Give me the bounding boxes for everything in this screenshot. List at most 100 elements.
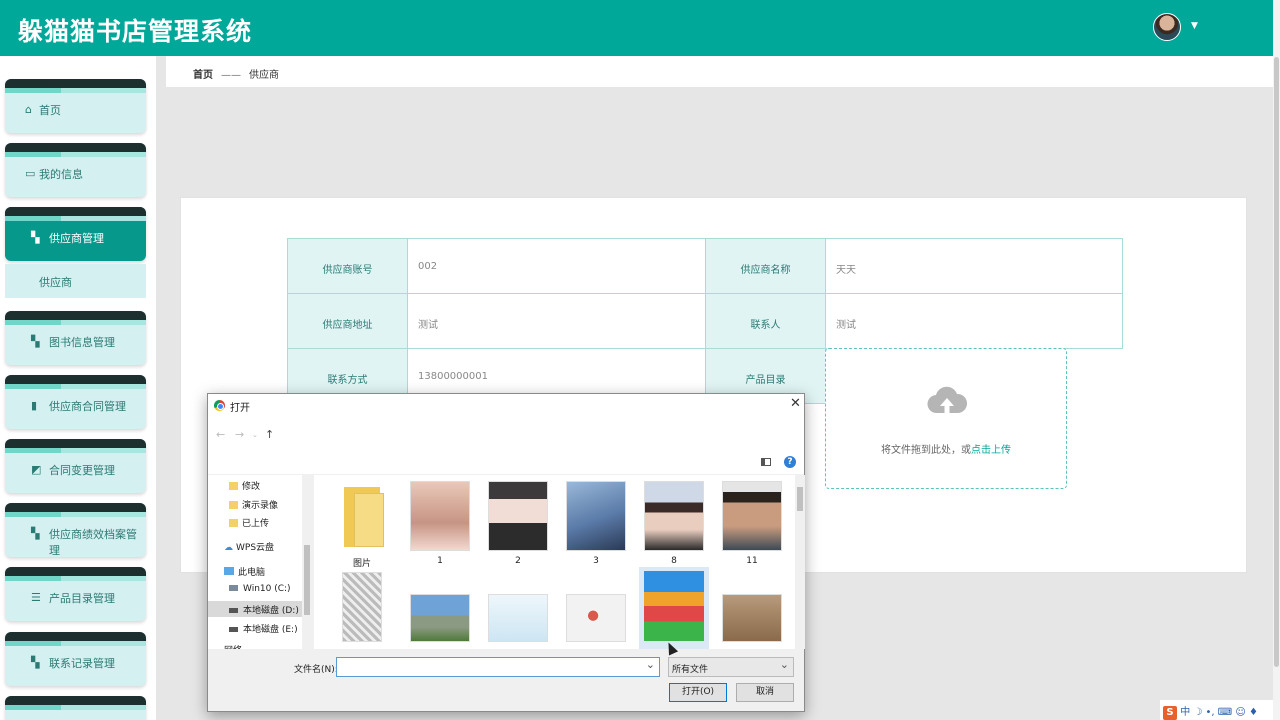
sidebar-item-label: 联系记录管理: [49, 657, 115, 670]
sidebar-item-product-catalog[interactable]: ☰ 产品目录管理: [5, 567, 146, 621]
breadcrumb: 首页 —— 供应商: [166, 56, 1273, 87]
sidebar-item-supplier-performance[interactable]: ▚ 供应商绩效档案管理: [5, 503, 146, 557]
account-field[interactable]: 002: [407, 238, 706, 294]
tree-item[interactable]: 本地磁盘 (E:): [229, 622, 298, 635]
chrome-icon: [214, 400, 225, 411]
sidebar-item-label: 合同变更管理: [49, 464, 115, 477]
tree-item[interactable]: 此电脑: [224, 565, 265, 578]
sidebar-item-label: 供应商合同管理: [49, 400, 126, 413]
sidebar-item-label: 我的信息: [39, 168, 83, 181]
recent-chevron-icon[interactable]: ⌄: [252, 431, 258, 439]
forward-arrow-icon[interactable]: →: [235, 428, 244, 441]
user-avatar[interactable]: [1153, 13, 1181, 41]
archive-icon: [644, 571, 704, 641]
photo-thumbnail: [566, 594, 626, 642]
tree-item[interactable]: 修改: [229, 479, 260, 492]
tree-item[interactable]: ☁ WPS云盘: [224, 540, 274, 553]
tree-item[interactable]: 已上传: [229, 516, 269, 529]
upload-dropzone[interactable]: 将文件拖到此处，或点击上传: [825, 348, 1067, 489]
sidebar-item-label: 产品目录管理: [49, 592, 115, 605]
file-item-photo[interactable]: [483, 572, 553, 647]
dialog-title: 打开: [230, 403, 250, 414]
file-item-photo[interactable]: [405, 572, 475, 647]
back-arrow-icon[interactable]: ←: [216, 428, 225, 441]
tree-scrollbar[interactable]: [302, 475, 312, 649]
up-arrow-icon[interactable]: ↑: [265, 428, 274, 441]
cloud-icon: ☁: [224, 543, 233, 553]
preview-pane-icon[interactable]: [761, 458, 771, 466]
file-item-archive[interactable]: [639, 567, 709, 649]
grid-icon: ▚: [31, 656, 40, 669]
tree-item[interactable]: 演示录像: [229, 498, 278, 511]
close-icon[interactable]: ✕: [790, 396, 801, 411]
file-item-photo[interactable]: 1: [405, 481, 475, 566]
sidebar-item-more[interactable]: [5, 696, 146, 720]
photo-thumbnail: [342, 572, 382, 642]
profile-card-icon: ▭: [25, 167, 36, 180]
upload-hint: 将文件拖到此处，或: [881, 445, 971, 456]
chevron-down-icon[interactable]: ▼: [1191, 21, 1198, 31]
sidebar-item-contact-records[interactable]: ▚ 联系记录管理: [5, 632, 146, 686]
folder-icon: [229, 501, 238, 509]
file-item-photo[interactable]: 2: [483, 481, 553, 566]
photo-thumbnail: [488, 594, 548, 642]
tree-item[interactable]: Win10 (C:): [229, 584, 291, 594]
sidebar-item-supplier-contract[interactable]: ▮ 供应商合同管理: [5, 375, 146, 429]
drive-icon: [229, 627, 238, 632]
file-item-photo[interactable]: 3: [561, 481, 631, 566]
ticket-icon: ◩: [31, 463, 42, 476]
help-icon[interactable]: ?: [784, 456, 796, 468]
sidebar-item-contract-change[interactable]: ◩ 合同变更管理: [5, 439, 146, 493]
filename-input[interactable]: [336, 657, 660, 677]
photo-thumbnail: [644, 481, 704, 551]
ime-toolbar[interactable]: S 中 ☽ •, ⌨ ☺ ♦: [1160, 700, 1273, 720]
file-list: 图片 1 2 3 8 11: [314, 475, 795, 649]
punctuation-icon[interactable]: •,: [1206, 707, 1215, 718]
file-item-photo[interactable]: [327, 572, 397, 647]
document-icon: ▮: [31, 399, 38, 412]
open-button[interactable]: 打开(O): [669, 683, 727, 702]
computer-icon: [224, 567, 234, 575]
keyboard-icon[interactable]: ⌨: [1218, 707, 1232, 718]
tree-item-selected[interactable]: 本地磁盘 (D:): [208, 601, 302, 617]
contact-person-label: 联系人: [705, 293, 826, 349]
file-item-photo[interactable]: [717, 572, 787, 647]
ime-mode-label[interactable]: 中: [1180, 707, 1190, 718]
upload-click-link[interactable]: 点击上传: [971, 445, 1011, 456]
cancel-button[interactable]: 取消: [736, 683, 794, 702]
dialog-navbar: ← → ⌄ ↑: [208, 417, 804, 474]
address-field[interactable]: 测试: [407, 293, 706, 349]
file-open-dialog: 打开 ✕ ← → ⌄ ↑ ? 修改 演示录像 已上传 ☁ WPS云盘 此电脑 Wi…: [207, 393, 805, 712]
moon-icon[interactable]: ☽: [1193, 707, 1202, 718]
file-list-scrollbar[interactable]: [795, 475, 805, 649]
filename-label: 文件名(N):: [294, 665, 338, 675]
filetype-select[interactable]: 所有文件: [668, 657, 794, 677]
file-item-folder[interactable]: 图片: [327, 481, 397, 569]
sidebar: ⌂ 首页 ▭ 我的信息 ▚ 供应商管理 供应商 ▚ 图书信息管理 ▮ 供应商合同…: [0, 56, 156, 720]
sidebar-item-label: 首页: [39, 104, 61, 117]
shirt-icon[interactable]: ♦: [1249, 707, 1258, 718]
grid-icon: ▚: [31, 231, 40, 244]
page-scrollbar[interactable]: [1273, 0, 1280, 720]
name-label: 供应商名称: [705, 238, 826, 294]
folder-icon: [229, 482, 238, 490]
folder-icon: [229, 519, 238, 527]
sidebar-item-home[interactable]: ⌂ 首页: [5, 79, 146, 133]
sidebar-subitem-supplier[interactable]: 供应商: [5, 264, 146, 298]
dialog-titlebar: 打开 ✕: [208, 394, 804, 417]
tree-item[interactable]: 网络: [224, 643, 242, 649]
file-item-photo[interactable]: [561, 572, 631, 647]
sidebar-item-supplier-management[interactable]: ▚ 供应商管理: [5, 207, 146, 261]
contact-person-field[interactable]: 测试: [825, 293, 1123, 349]
folder-icon: [332, 481, 392, 551]
file-item-photo[interactable]: 8: [639, 481, 709, 566]
person-icon[interactable]: ☺: [1235, 707, 1245, 718]
breadcrumb-current: 供应商: [249, 70, 279, 81]
sidebar-item-label: 供应商绩效档案管理: [49, 528, 137, 557]
sidebar-item-my-info[interactable]: ▭ 我的信息: [5, 143, 146, 197]
sidebar-item-book-info[interactable]: ▚ 图书信息管理: [5, 311, 146, 365]
breadcrumb-home[interactable]: 首页: [193, 70, 213, 81]
file-item-photo[interactable]: 11: [717, 481, 787, 566]
scrollbar-thumb[interactable]: [1274, 57, 1279, 667]
name-field[interactable]: 天天: [825, 238, 1123, 294]
